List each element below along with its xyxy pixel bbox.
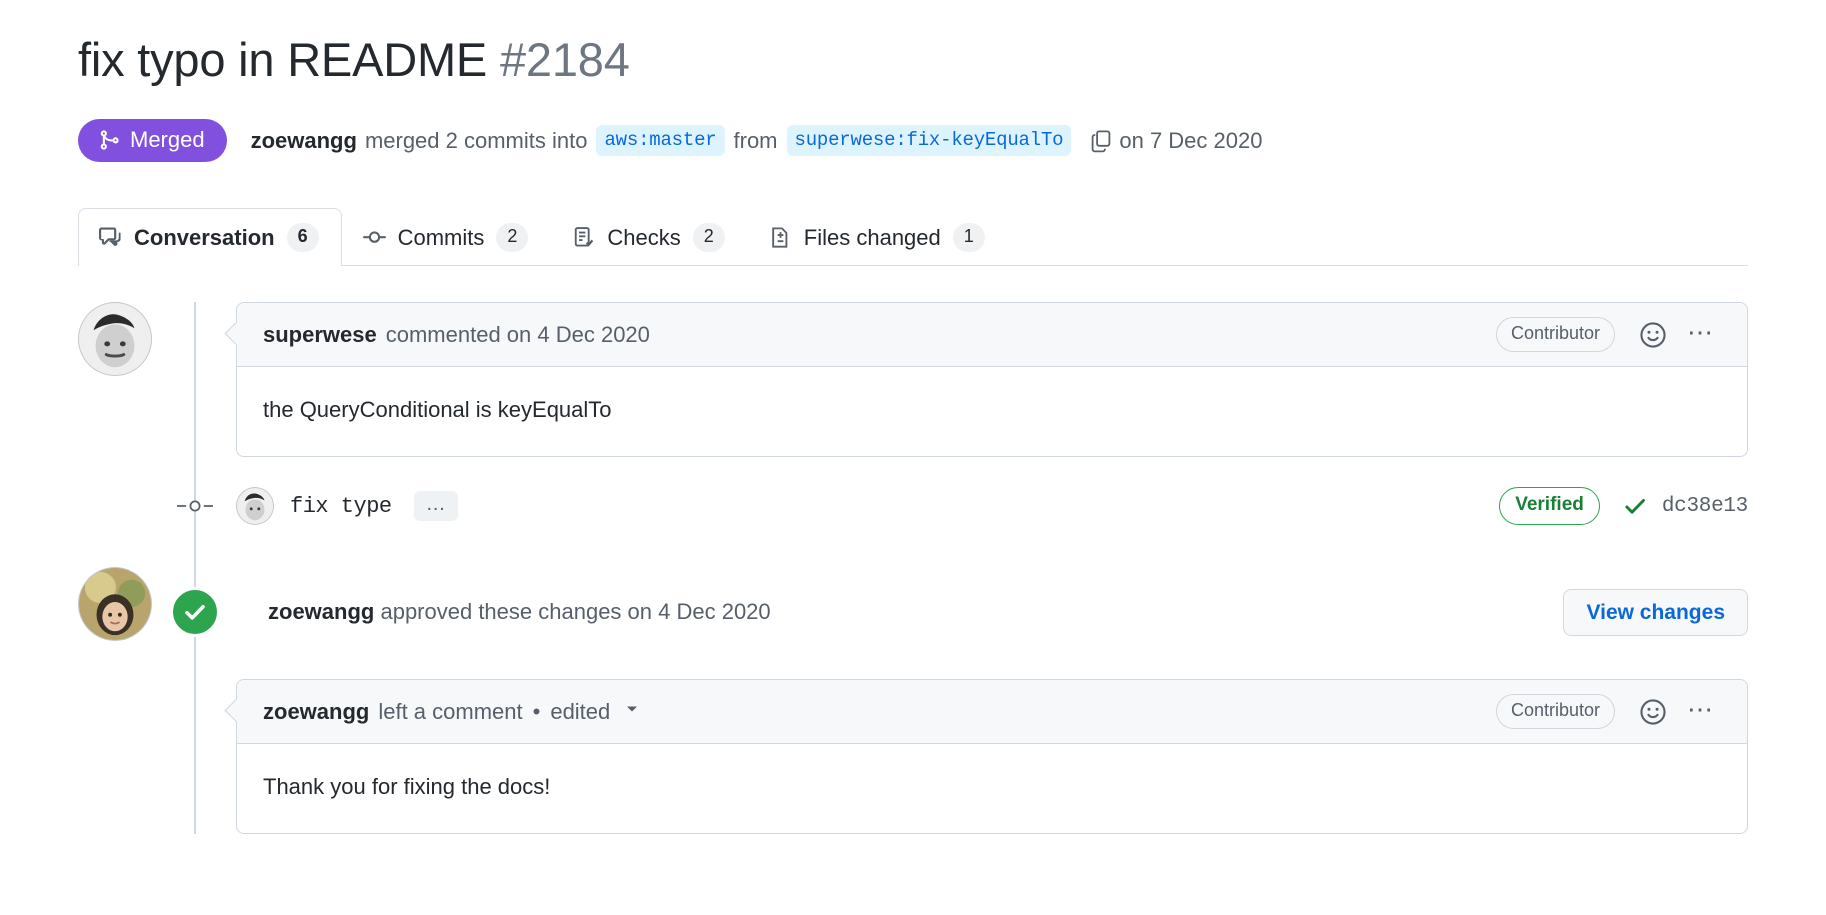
comment-header: superwese commented on 4 Dec 2020 Contri… [237,303,1747,368]
comment-card: superwese commented on 4 Dec 2020 Contri… [236,302,1748,458]
check-icon [1622,493,1648,519]
comment-card: zoewangg left a comment • edited Contrib… [236,679,1748,835]
comment-separator: • [532,698,541,724]
pr-tabs: Conversation 6 Commits 2 Checks 2 Files … [78,208,1748,267]
smiley-icon[interactable] [1631,321,1675,349]
tab-commits[interactable]: Commits 2 [342,208,552,266]
tab-checks[interactable]: Checks 2 [551,208,747,266]
commit-sha[interactable]: dc38e13 [1662,495,1748,518]
approval-text: zoewangg approved these changes on 4 Dec… [268,599,771,625]
view-changes-button[interactable]: View changes [1563,588,1748,636]
status-badge-verified: Verified [1499,487,1600,525]
timeline-item-comment: superwese commented on 4 Dec 2020 Contri… [78,302,1748,458]
tab-commits-count: 2 [496,223,529,252]
check-circle-icon [170,587,220,638]
from-text: from [733,127,778,153]
tab-files-changed[interactable]: Files changed 1 [748,208,1008,266]
head-branch-label[interactable]: superwese:fix-keyEqualTo [786,125,1072,157]
commit-main: fix type … Verified dc38e13 [236,487,1748,526]
git-commit-icon [362,226,386,249]
smiley-icon[interactable] [1631,698,1675,726]
tab-checks-label: Checks [607,224,681,250]
avatar[interactable] [78,567,152,642]
tab-commits-label: Commits [397,224,485,250]
kebab-horizontal-icon[interactable]: ⋯ [1675,319,1725,351]
tab-conversation-count: 6 [286,223,319,252]
checklist-icon [572,226,595,249]
status-badge-label: Merged [130,127,205,153]
avatar[interactable] [78,302,152,377]
comment-body: Thank you for fixing the docs! [263,774,551,800]
pr-number: #2184 [499,33,630,87]
status-badge-association: Contributor [1495,694,1615,729]
kebab-horizontal-icon[interactable]: ⋯ [1675,696,1725,728]
comment-author[interactable]: zoewangg [263,699,369,725]
timeline-item-approval: zoewangg approved these changes on 4 Dec… [78,567,1748,649]
commit-right: Verified dc38e13 [1499,487,1748,525]
pr-title-text: fix typo in README [78,33,488,87]
merged-date: on 7 Dec 2020 [1119,127,1263,153]
commit-message[interactable]: fix type [290,494,392,519]
comment-author[interactable]: superwese [263,322,377,348]
approval-action: approved these changes on 4 Dec 2020 [380,599,771,625]
comment-action: left a comment [378,698,523,724]
chevron-down-icon[interactable] [622,699,642,725]
comment-discussion-icon [99,226,122,249]
merged-by-user[interactable]: zoewangg [251,128,357,154]
file-diff-icon [769,226,792,249]
avatar[interactable] [236,487,274,526]
pr-state-row: Merged zoewangg merged 2 commits into aw… [78,119,1748,163]
tab-conversation-label: Conversation [134,224,275,250]
status-badge-association: Contributor [1495,317,1615,352]
pull-request-page: fix typo in README #2184 Merged zoewangg… [0,31,1826,915]
status-badge-merged: Merged [78,119,227,163]
merge-meta: zoewangg merged 2 commits into aws:maste… [251,125,1263,157]
copy-icon[interactable] [1089,129,1113,153]
comment-body: the QueryConditional is keyEqualTo [263,397,612,423]
tab-files-changed-label: Files changed [803,224,941,250]
commit-expand-button[interactable]: … [413,491,458,522]
comment-header: zoewangg left a comment • edited Contrib… [237,680,1747,745]
approval-author[interactable]: zoewangg [268,599,374,624]
timeline-item-comment: zoewangg left a comment • edited Contrib… [78,679,1748,835]
tab-checks-count: 2 [692,223,725,252]
git-merge-icon [98,129,120,151]
base-branch-label[interactable]: aws:master [596,125,725,157]
pr-timeline: superwese commented on 4 Dec 2020 Contri… [78,302,1748,835]
git-commit-node-icon [177,496,213,516]
page-title: fix typo in README #2184 [78,31,1748,87]
comment-edited-label[interactable]: edited [550,699,610,725]
comment-action: commented on 4 Dec 2020 [385,321,650,347]
timeline-item-commit: fix type … Verified dc38e13 [78,479,1748,533]
tab-files-changed-count: 1 [952,223,985,252]
merged-text: merged 2 commits into [364,127,588,153]
tab-conversation[interactable]: Conversation 6 [78,208,342,267]
